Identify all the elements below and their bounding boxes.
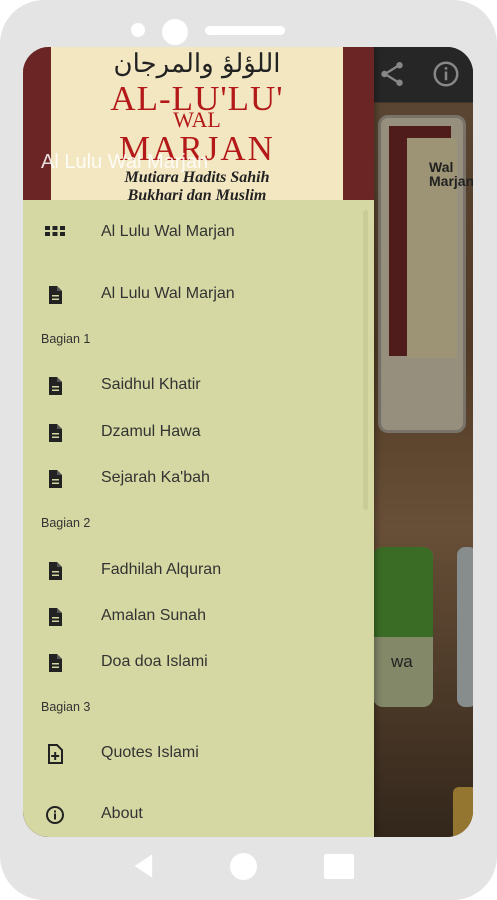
menu-item-label: Al Lulu Wal Marjan: [101, 223, 235, 240]
screen: Wal Marjan wa اللؤلؤ والمرجان AL-LU'LU': [23, 47, 473, 837]
phone-frame: Wal Marjan wa اللؤلؤ والمرجان AL-LU'LU': [0, 0, 497, 900]
section-header-bagian-3: Bagian 3: [41, 700, 91, 714]
drawer-header: اللؤلؤ والمرجان AL-LU'LU' WAL MARJAN Mut…: [23, 47, 374, 200]
menu-item-label: Doa doa Islami: [101, 653, 208, 670]
menu-item-label: About: [101, 805, 143, 822]
menu-item-label: Al Lulu Wal Marjan: [101, 285, 235, 302]
front-camera: [162, 19, 188, 45]
document-icon: [49, 424, 62, 442]
menu-item-label: Saidhul Khatir: [101, 376, 201, 393]
menu-item-sejarah-kabah[interactable]: Sejarah Ka'bah: [23, 453, 374, 505]
drawer-app-title: Al Lulu Wal Marjan: [41, 151, 209, 173]
document-icon: [49, 562, 62, 580]
menu-item-al-lulu-home[interactable]: Al Lulu Wal Marjan: [23, 207, 374, 259]
section-header-bagian-1: Bagian 1: [41, 332, 91, 346]
back-icon[interactable]: [130, 852, 158, 880]
info-icon: [46, 806, 64, 824]
menu-item-dzamul-hawa[interactable]: Dzamul Hawa: [23, 407, 374, 459]
grid-icon: [45, 226, 65, 236]
menu-item-doa-doa-islami[interactable]: Doa doa Islami: [23, 637, 374, 689]
document-icon: [49, 470, 62, 488]
book-subtitle-line2: Bukhari dan Muslim: [127, 187, 267, 200]
menu-item-label: Dzamul Hawa: [101, 423, 201, 440]
book-cover-image: اللؤلؤ والمرجان AL-LU'LU' WAL MARJAN Mut…: [51, 47, 343, 200]
menu-item-al-lulu[interactable]: Al Lulu Wal Marjan: [23, 269, 374, 321]
document-icon: [49, 608, 62, 626]
menu-item-label: Fadhilah Alquran: [101, 561, 222, 578]
recent-apps-button[interactable]: [324, 854, 354, 879]
menu-item-quotes-islami[interactable]: Quotes Islami: [23, 728, 374, 780]
sensor-dot: [131, 23, 145, 37]
system-navigation-bar: [0, 840, 497, 895]
phone-top-bezel: [0, 12, 497, 45]
menu-item-label: Quotes Islami: [101, 744, 199, 761]
menu-item-fadhilah-alquran[interactable]: Fadhilah Alquran: [23, 545, 374, 597]
add-document-icon: [48, 744, 63, 764]
menu-item-saidhul-khatir[interactable]: Saidhul Khatir: [23, 360, 374, 412]
document-icon: [49, 377, 62, 395]
earpiece-speaker: [205, 26, 285, 35]
document-icon: [49, 286, 62, 304]
navigation-drawer: اللؤلؤ والمرجان AL-LU'LU' WAL MARJAN Mut…: [23, 47, 374, 837]
book-arabic-title: اللؤلؤ والمرجان: [113, 49, 281, 79]
home-button[interactable]: [230, 853, 257, 880]
menu-item-label: Amalan Sunah: [101, 607, 206, 624]
menu-item-amalan-sunah[interactable]: Amalan Sunah: [23, 591, 374, 643]
menu-item-label: Sejarah Ka'bah: [101, 469, 210, 486]
section-header-bagian-2: Bagian 2: [41, 516, 91, 530]
menu-item-about[interactable]: About: [23, 789, 374, 837]
document-icon: [49, 654, 62, 672]
